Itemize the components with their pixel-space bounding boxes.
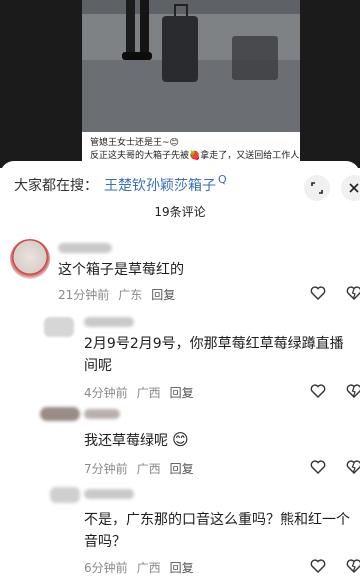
reply-button[interactable]: 回复: [170, 386, 194, 400]
heart-icon[interactable]: [310, 384, 326, 398]
username-blurred[interactable]: [58, 243, 112, 253]
heart-icon[interactable]: [310, 460, 326, 474]
comment-meta: 21分钟前 广东 回复: [58, 286, 184, 303]
heart-icon[interactable]: [310, 559, 326, 573]
reply-button[interactable]: 回复: [170, 561, 194, 575]
search-suggestion-row: 大家都在搜： 王楚钦孙颖莎箱子 Q: [0, 171, 360, 201]
video-frame: 管媳王女士还是王~😊 反正这夫哥的大箱子先被🍓拿走了，又送回给工作人: [82, 0, 300, 168]
reply-button[interactable]: 回复: [151, 288, 175, 302]
search-prefix: 大家都在搜：: [14, 178, 98, 194]
person-shoe: [122, 52, 152, 60]
fullscreen-icon: [311, 182, 323, 194]
comment-count: 19条评论: [154, 205, 206, 219]
close-icon: [349, 183, 359, 193]
video-object: [232, 36, 278, 80]
comment-region: 广东: [118, 288, 143, 302]
comment-text: 这个箱子是草莓红的: [58, 262, 184, 278]
username-blurred[interactable]: [84, 409, 120, 419]
comment-region: 广西: [136, 386, 161, 400]
comment-meta: 7分钟前 广西 回复: [84, 460, 203, 477]
broken-heart-icon[interactable]: [346, 384, 360, 398]
comment-region: 广西: [136, 462, 161, 476]
avatar[interactable]: [40, 407, 80, 421]
comment-meta: 4分钟前 广西 回复: [84, 384, 203, 401]
comment-text: 2月9号2月9号，你那草莓红草莓绿蹲直播间呢: [84, 336, 344, 374]
video-player[interactable]: 管媳王女士还是王~😊 反正这夫哥的大箱子先被🍓拿走了，又送回给工作人: [0, 0, 360, 168]
comment-region: 广西: [136, 561, 161, 575]
person-leg: [140, 0, 149, 55]
search-suggestion-link[interactable]: 王楚钦孙颖莎箱子: [104, 175, 216, 195]
comment-time: 7分钟前: [84, 462, 128, 476]
username-blurred[interactable]: [84, 489, 134, 499]
comment-time: 6分钟前: [84, 561, 128, 575]
broken-heart-icon[interactable]: [346, 286, 360, 300]
avatar[interactable]: [50, 487, 80, 503]
reply-button[interactable]: 回复: [170, 462, 194, 476]
comment-sheet: 大家都在搜： 王楚钦孙颖莎箱子 Q 19条评论 这个箱子是草莓红的 21分钟前广…: [0, 161, 360, 577]
comment-time: 21分钟前: [58, 288, 110, 302]
heart-icon[interactable]: [310, 286, 326, 300]
caption-line: 管媳王女士还是王~😊: [90, 138, 179, 148]
search-suggestion-q[interactable]: Q: [218, 173, 227, 186]
fullscreen-button[interactable]: [304, 175, 330, 201]
comment-text: 不是，广东那的口音这么重吗？熊和红一个音吗？: [84, 512, 350, 550]
comment-text-body: 我还草莓绿呢: [84, 433, 168, 449]
video-background: [82, 0, 300, 14]
comment-meta: 6分钟前 广西 回复: [84, 559, 203, 576]
smile-emoji: 😊: [172, 430, 189, 449]
person-leg: [126, 0, 135, 55]
broken-heart-icon[interactable]: [346, 559, 360, 573]
username-blurred[interactable]: [84, 317, 134, 327]
avatar[interactable]: [44, 317, 74, 337]
broken-heart-icon[interactable]: [346, 460, 360, 474]
avatar[interactable]: [10, 239, 50, 279]
close-button[interactable]: [341, 175, 360, 201]
suitcase: [162, 16, 198, 82]
comment-text: 我还草莓绿呢 😊: [84, 429, 189, 452]
comment-time: 4分钟前: [84, 386, 128, 400]
